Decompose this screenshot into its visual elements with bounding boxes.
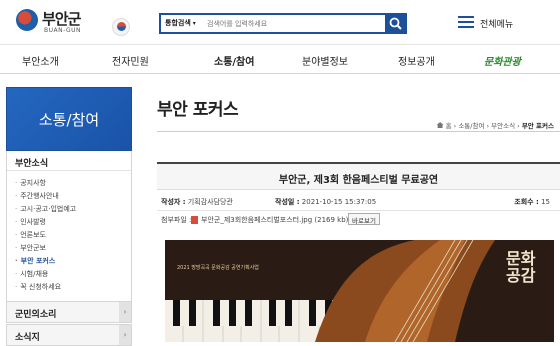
chevron-right-icon: › (119, 302, 131, 322)
search-box: 통합검색 ▾ (159, 13, 407, 34)
attachment-row: 첨부파일 : 부안군_제3회한음페스티벌포스터.jpg (2169 kb) 바로… (157, 212, 560, 229)
views-label: 조회수 : (514, 198, 539, 206)
side-nav-group-title[interactable]: 부안소식 (7, 151, 131, 171)
side-nav-item-recruitment[interactable]: 시험/채용 (15, 269, 48, 279)
search-button[interactable] (385, 13, 407, 34)
home-icon (436, 122, 444, 128)
side-nav-title: 소통/참여 (6, 87, 132, 151)
emblem-icon (112, 18, 130, 36)
main-nav: 부안소개 전자민원 소통/참여 분야별정보 정보공개 문화관광 (0, 44, 560, 74)
poster-calligraphy: 문화공감 (506, 249, 536, 285)
all-menu-label: 전체메뉴 (480, 20, 514, 30)
site-header: 부안군 BUAN-GUN 통합검색▾ 전체메뉴 (0, 0, 560, 44)
breadcrumb-current: 부안 포커스 (521, 122, 554, 130)
breadcrumb-home[interactable]: 홈 (446, 122, 452, 130)
logo-icon (16, 9, 38, 31)
page-title: 부안 포커스 (157, 100, 239, 120)
nav-item-field-info[interactable]: 분야별정보 (302, 53, 348, 68)
search-input[interactable] (207, 15, 385, 32)
nav-item-about[interactable]: 부안소개 (22, 53, 59, 68)
side-nav-item-announcements[interactable]: 고시·공고·입법예고 (15, 204, 76, 214)
nav-item-culture[interactable]: 문화관광 (484, 53, 521, 68)
logo-sub: BUAN-GUN (44, 27, 82, 34)
all-menu-button[interactable]: 전체메뉴 (458, 14, 548, 34)
side-nav-item-weekly-events[interactable]: 주간행사안내 (15, 191, 59, 201)
file-icon (191, 216, 198, 224)
site-logo[interactable]: 부안군 BUAN-GUN (14, 8, 130, 38)
breadcrumb-communication[interactable]: 소통/참여 (458, 122, 484, 130)
preview-button[interactable]: 바로보기 (348, 213, 380, 225)
side-nav-item-apply[interactable]: 꼭 신청하세요 (15, 282, 61, 292)
side-nav-item-personnel[interactable]: 인사발령 (15, 217, 46, 227)
author-value: 기획감사담당관 (187, 198, 233, 206)
author-label: 작성자 : (161, 198, 186, 206)
date-value: 2021-10-15 15:37:05 (301, 198, 377, 206)
nav-item-communication[interactable]: 소통/참여 (214, 53, 254, 68)
breadcrumb: 홈 › 소통/참여 › 부안소식 › 부안 포커스 (436, 120, 554, 130)
side-nav-item-focus[interactable]: 부안 포커스 (15, 256, 56, 266)
side-nav-newsletter[interactable]: 소식지 › (6, 324, 132, 346)
post-view: 부안군, 제3회 한음페스티벌 무료공연 작성자 : 기획감사담당관 작성일 :… (157, 162, 560, 342)
side-nav-item-press[interactable]: 언론보도 (15, 230, 46, 240)
search-scope-select[interactable]: 통합검색 ▾ (165, 18, 196, 28)
attachment-link[interactable]: 부안군_제3회한음페스티벌포스터.jpg (2169 kb) (201, 215, 348, 225)
side-nav: 소통/참여 부안소식 공지사항 주간행사안내 고시·공고·입법예고 인사발령 언… (6, 87, 132, 346)
views-value: 15 (541, 198, 550, 206)
date-label: 작성일 : (275, 198, 300, 206)
post-meta: 작성자 : 기획감사담당관 작성일 : 2021-10-15 15:37:05 … (157, 192, 560, 211)
divider (157, 131, 560, 132)
violin-illustration (165, 240, 554, 342)
attachment-label: 첨부파일 : (161, 216, 192, 224)
nav-item-civil[interactable]: 전자민원 (112, 53, 149, 68)
logo-name: 부안군 (42, 10, 81, 28)
poster-caption: 2021 방방곡곡 문화공감 공연기획사업 (177, 265, 259, 271)
search-icon (389, 17, 402, 30)
side-nav-group: 부안소식 공지사항 주간행사안내 고시·공고·입법예고 인사발령 언론보도 부안… (6, 151, 132, 321)
chevron-down-icon: ▾ (192, 20, 196, 27)
side-nav-item-county-news[interactable]: 부안군보 (15, 243, 46, 253)
breadcrumb-news[interactable]: 부안소식 (491, 122, 515, 130)
hamburger-icon (458, 16, 474, 30)
nav-item-disclosure[interactable]: 정보공개 (398, 53, 435, 68)
post-title: 부안군, 제3회 한음페스티벌 무료공연 (157, 162, 560, 190)
side-nav-item-notice[interactable]: 공지사항 (15, 178, 46, 188)
chevron-right-icon: › (119, 325, 131, 345)
poster-image: 2021 방방곡곡 문화공감 공연기획사업 문화공감 (165, 240, 554, 342)
side-nav-voice[interactable]: 군민의소리 › (6, 301, 132, 323)
